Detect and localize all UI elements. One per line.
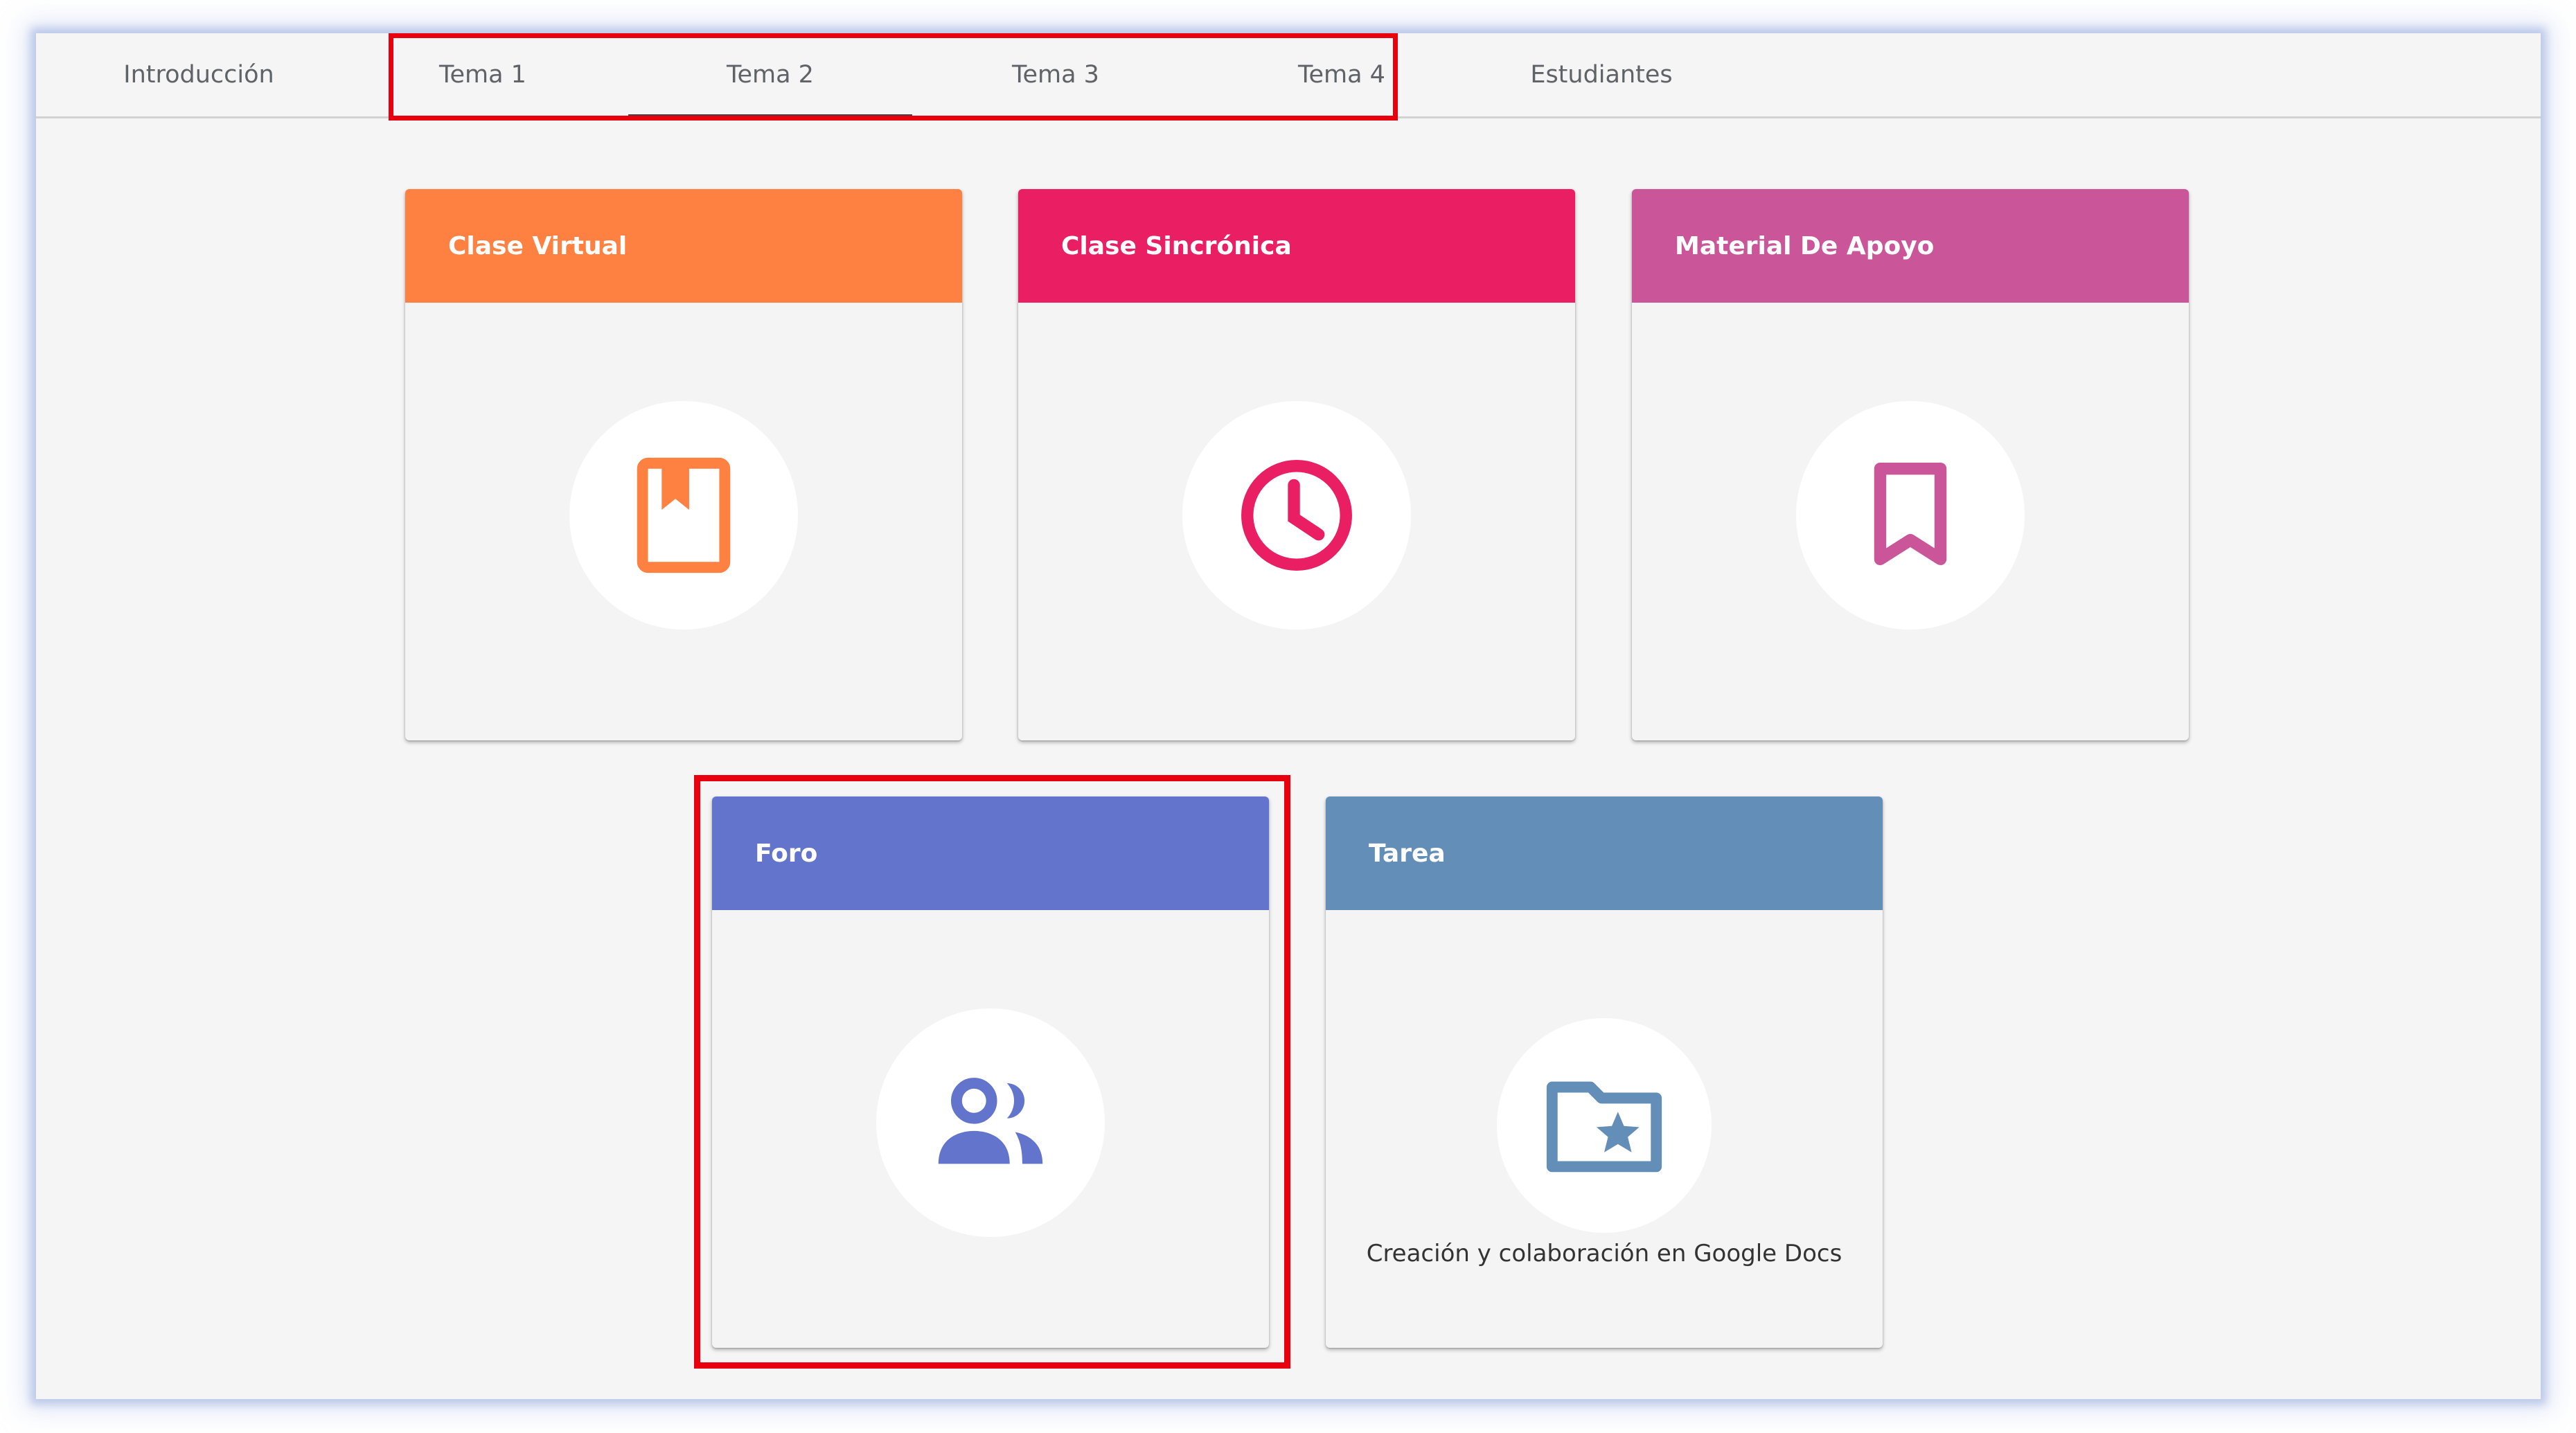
bookmark-icon [1874, 463, 1947, 566]
card-title: Clase Virtual [448, 231, 628, 260]
card-header: Tarea [1326, 796, 1883, 910]
tab-tema-1[interactable]: Tema 1 [341, 33, 625, 116]
clock-icon [1241, 460, 1352, 571]
card-title: Foro [755, 839, 818, 868]
card-header: Clase Sincrónica [1018, 189, 1575, 303]
card-clase-sincronica[interactable]: Clase Sincrónica [1018, 189, 1575, 740]
people-icon [938, 1078, 1043, 1164]
tab-tema-4[interactable]: Tema 4 [1200, 33, 1484, 116]
app-frame: Introducción Tema 1 Tema 2 Tema 3 Tema 4… [36, 33, 2541, 1399]
icon-badge [1182, 401, 1411, 630]
card-foro[interactable]: Foro [712, 796, 1269, 1348]
card-tarea[interactable]: Tarea Creación y colaboración en Google … [1326, 796, 1883, 1348]
folder-star-icon [1546, 1081, 1662, 1173]
tab-tema-2[interactable]: Tema 2 [628, 33, 912, 118]
tab-bar: Introducción Tema 1 Tema 2 Tema 3 Tema 4… [36, 33, 2541, 118]
icon-badge [1497, 1018, 1712, 1233]
book-bookmark-icon [637, 457, 731, 573]
card-material-de-apoyo[interactable]: Material De Apoyo [1632, 189, 2189, 740]
card-clase-virtual[interactable]: Clase Virtual [405, 189, 962, 740]
card-description: Creación y colaboración en Google Docs [1366, 1240, 1842, 1267]
card-title: Clase Sincrónica [1061, 231, 1292, 260]
card-header: Foro [712, 796, 1269, 910]
tab-tema-3[interactable]: Tema 3 [914, 33, 1198, 116]
icon-badge [876, 1008, 1105, 1237]
tab-estudiantes[interactable]: Estudiantes [1459, 33, 1743, 116]
card-title: Material De Apoyo [1675, 231, 1935, 260]
tab-introduccion[interactable]: Introducción [57, 33, 341, 116]
card-header: Clase Virtual [405, 189, 962, 303]
icon-badge [1796, 401, 2025, 630]
card-header: Material De Apoyo [1632, 189, 2189, 303]
card-title: Tarea [1369, 839, 1446, 868]
icon-badge [569, 401, 798, 630]
